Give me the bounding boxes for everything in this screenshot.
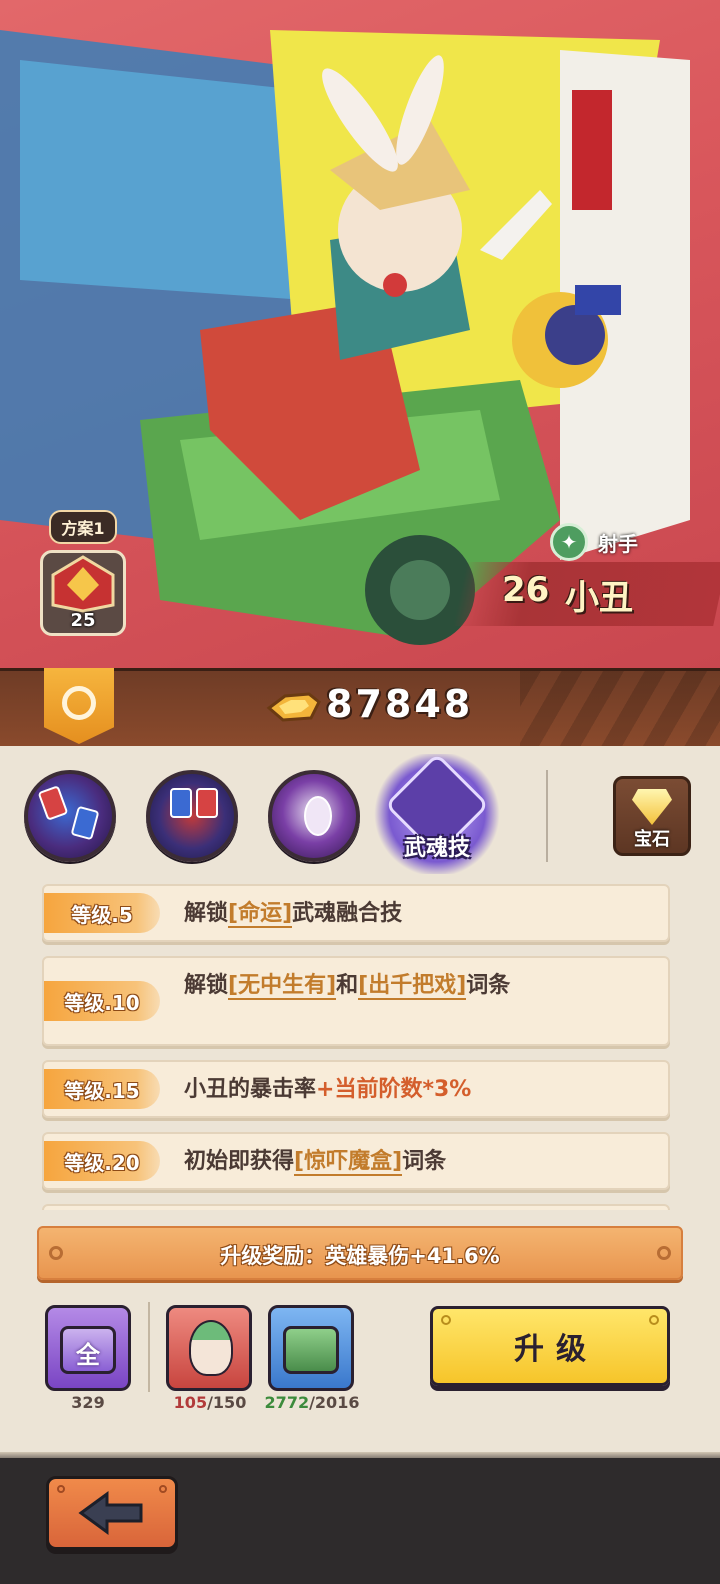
level-text: 解锁	[184, 973, 229, 998]
gem-button[interactable]: 宝石	[613, 776, 691, 856]
level-highlight: +当前阶数*3%	[316, 1077, 472, 1102]
equipment-tab-icon	[62, 686, 96, 720]
archer-essence-item[interactable]	[268, 1305, 354, 1391]
hero-portrait: 方案1 25 ✦ 射手 26 小丑	[0, 0, 720, 668]
gold-amount: 87848	[326, 682, 474, 726]
universal-shard-count: 329	[71, 1393, 105, 1412]
level-text: 和	[336, 973, 359, 998]
archer-essence-required: /2016	[309, 1393, 360, 1412]
diamond-icon	[632, 789, 672, 825]
skill-2-card-icon	[170, 788, 192, 818]
jester-icon	[304, 796, 332, 836]
level-text: 武魂融合技	[292, 901, 403, 926]
skill-3-button[interactable]	[268, 770, 360, 862]
back-arrow-icon	[78, 1491, 143, 1535]
rivet-icon	[649, 1315, 659, 1325]
hero-class-tag: ✦ 射手	[550, 523, 638, 561]
hero-shard-count: 105/150	[160, 1393, 260, 1412]
level-description: 解锁[命运]武魂融合技	[184, 898, 402, 930]
level-row-partial	[42, 1204, 670, 1210]
upgrade-reward-text: 升级奖励：英雄暴伤+41.6%	[220, 1244, 500, 1268]
level-text: 词条	[466, 973, 511, 998]
plan-badge-icon	[51, 555, 115, 613]
level-keyword: [命运]	[228, 901, 293, 928]
soul-skill-label: 武魂技	[403, 836, 470, 861]
gold-coin-icon	[266, 692, 321, 722]
archer-can-icon	[283, 1326, 339, 1374]
level-description: 解锁[无中生有]和[出千把戏]词条	[184, 970, 524, 1002]
plan-badge[interactable]: 25	[40, 550, 126, 636]
level-row: 等级.15 小丑的暴击率+当前阶数*3%	[42, 1060, 670, 1118]
loadout-plan[interactable]: 方案1 25	[38, 510, 128, 636]
level-unlock-list[interactable]: 等级.5 解锁[命运]武魂融合技 等级.10 解锁[无中生有]和[出千把戏]词条…	[42, 884, 670, 1210]
level-text: 词条	[402, 1149, 447, 1174]
plan-level: 25	[70, 610, 96, 631]
archer-class-icon: ✦	[550, 523, 588, 561]
hero-shard-required: /150	[207, 1393, 247, 1412]
hero-shard-owned: 105	[173, 1393, 208, 1412]
universal-can-icon: 全	[60, 1326, 116, 1374]
rivet-icon	[159, 1485, 167, 1493]
level-tag: 等级.15	[44, 1069, 160, 1109]
soul-skill-button[interactable]: 武魂技	[374, 752, 500, 874]
skill-1-button[interactable]	[24, 770, 116, 862]
skill-1-card-icon	[37, 785, 69, 821]
level-row: 等级.10 解锁[无中生有]和[出千把戏]词条	[42, 956, 670, 1046]
hero-level: 26	[502, 570, 550, 610]
level-text: 解锁	[184, 901, 229, 926]
level-tag: 等级.20	[44, 1141, 160, 1181]
archer-essence-count: 2772/2016	[256, 1393, 368, 1412]
universal-shard-item[interactable]: 全	[45, 1305, 131, 1391]
universal-can-label: 全	[76, 1341, 100, 1369]
upgrade-reward-bar: 升级奖励：英雄暴伤+41.6%	[37, 1226, 683, 1280]
plan-label: 方案1	[49, 510, 117, 544]
level-tag: 等级.10	[44, 981, 160, 1021]
skill-2-card-icon	[196, 788, 218, 818]
level-row: 等级.5 解锁[命运]武魂融合技	[42, 884, 670, 942]
rivet-icon	[57, 1485, 65, 1493]
hero-name: 小丑	[565, 578, 633, 618]
level-description: 小丑的暴击率+当前阶数*3%	[184, 1074, 471, 1106]
skill-1-card-icon	[70, 805, 100, 841]
rivet-icon	[441, 1315, 451, 1325]
currency-bar-stripes	[520, 671, 720, 746]
skills-divider	[546, 770, 548, 862]
hero-shard-item[interactable]	[166, 1305, 252, 1391]
level-text: 初始即获得	[184, 1149, 295, 1174]
archer-essence-owned: 2772	[264, 1393, 310, 1412]
level-keyword: [惊吓魔盒]	[294, 1149, 403, 1176]
skill-2-button[interactable]	[146, 770, 238, 862]
hero-class-label: 射手	[598, 531, 638, 556]
level-description: 初始即获得[惊吓魔盒]词条	[184, 1146, 446, 1178]
upgrade-button[interactable]: 升级	[430, 1306, 670, 1386]
level-text: 小丑的暴击率	[184, 1077, 317, 1102]
level-keyword: [无中生有]	[228, 973, 337, 1000]
upgrade-button-label: 升级	[514, 1332, 598, 1367]
level-row: 等级.20 初始即获得[惊吓魔盒]词条	[42, 1132, 670, 1190]
gem-label: 宝石	[634, 829, 670, 850]
joker-shard-icon	[189, 1320, 233, 1376]
level-tag: 等级.5	[44, 893, 160, 933]
back-button[interactable]	[46, 1476, 178, 1550]
level-keyword: [出千把戏]	[358, 973, 467, 1000]
items-divider	[148, 1302, 150, 1392]
